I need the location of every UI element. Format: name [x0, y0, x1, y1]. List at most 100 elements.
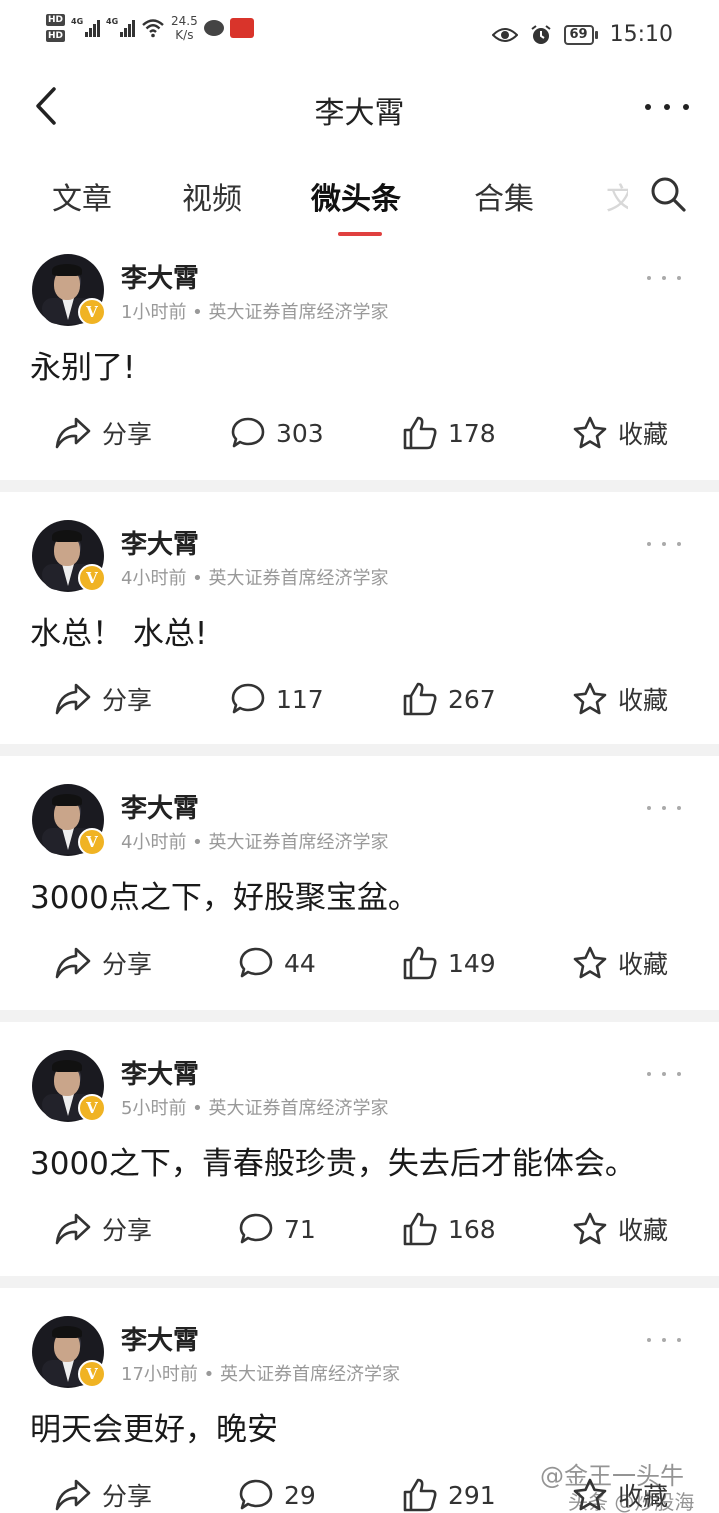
search-button[interactable] [648, 174, 690, 216]
more-horizontal-icon [647, 276, 651, 280]
like-button[interactable]: 291 [402, 1470, 496, 1513]
author-name[interactable]: 李大霄 [121, 1320, 199, 1357]
author-name[interactable]: 李大霄 [121, 258, 199, 295]
thumbs-up-icon [403, 416, 437, 450]
post-separator [0, 1276, 719, 1288]
share-arrow-icon [55, 947, 91, 979]
comment-button[interactable]: 29 [238, 1470, 316, 1513]
share-label: 分享 [102, 950, 153, 979]
post-card[interactable]: V 李大霄 1小时前 • 英大证券首席经济学家 永别了! 分享 303 178 … [0, 240, 719, 480]
verified-badge-icon: V [78, 1360, 106, 1388]
comment-bubble-icon [231, 417, 265, 448]
comment-count: 44 [284, 948, 316, 978]
favorite-button[interactable]: 收藏 [572, 1204, 668, 1254]
post-separator [0, 1010, 719, 1022]
share-button[interactable]: 分享 [54, 674, 152, 724]
search-icon [651, 177, 686, 212]
post-content[interactable]: 永别了! [30, 342, 135, 387]
tab-collections[interactable]: 合集 [474, 174, 534, 218]
favorite-label: 收藏 [618, 420, 669, 449]
hd-indicator-1: HD [46, 14, 66, 26]
like-count: 291 [448, 1480, 496, 1510]
like-count: 267 [448, 684, 496, 714]
share-label: 分享 [102, 420, 153, 449]
favorite-button[interactable]: 收藏 [572, 674, 668, 724]
active-tab-indicator [338, 232, 382, 236]
comment-button[interactable]: 71 [238, 1204, 316, 1254]
star-icon [573, 682, 607, 715]
author-name[interactable]: 李大霄 [121, 788, 199, 825]
favorite-button[interactable]: 收藏 [572, 408, 668, 458]
share-button[interactable]: 分享 [54, 938, 152, 988]
share-arrow-icon [55, 1213, 91, 1245]
comment-bubble-icon [239, 947, 273, 978]
post-more-button[interactable] [647, 1064, 681, 1084]
more-horizontal-icon [647, 806, 651, 810]
verified-badge-icon: V [78, 564, 106, 592]
tab-videos[interactable]: 视频 [182, 174, 242, 218]
post-card[interactable]: V 李大霄 4小时前 • 英大证券首席经济学家 3000点之下，好股聚宝盆。 分… [0, 756, 719, 1010]
star-icon [573, 1212, 607, 1245]
share-button[interactable]: 分享 [54, 1204, 152, 1254]
like-count: 168 [448, 1214, 496, 1244]
author-avatar[interactable]: V [32, 520, 106, 592]
author-avatar[interactable]: V [32, 1316, 106, 1388]
share-button[interactable]: 分享 [54, 1470, 152, 1513]
micro-headline-feed: V 李大霄 1小时前 • 英大证券首席经济学家 永别了! 分享 303 178 … [0, 240, 719, 1513]
thumbs-up-icon [403, 682, 437, 716]
page-title: 李大霄 [314, 96, 405, 131]
post-more-button[interactable] [647, 1330, 681, 1350]
verified-badge-icon: V [78, 298, 106, 326]
alarm-icon [530, 24, 551, 44]
thumbs-up-icon [403, 1478, 437, 1512]
comment-bubble-icon [231, 683, 265, 714]
favorite-label: 收藏 [618, 950, 669, 979]
author-avatar[interactable]: V [32, 1050, 106, 1122]
star-icon [573, 416, 607, 449]
post-card[interactable]: V 李大霄 5小时前 • 英大证券首席经济学家 3000之下，青春般珍贵，失去后… [0, 1022, 719, 1276]
comment-button[interactable]: 303 [230, 408, 324, 458]
comment-button[interactable]: 117 [230, 674, 324, 724]
post-more-button[interactable] [647, 268, 681, 288]
battery-indicator: 69 [563, 24, 598, 45]
author-avatar[interactable]: V [32, 254, 106, 326]
share-button[interactable]: 分享 [54, 408, 152, 458]
comment-button[interactable]: 44 [238, 938, 316, 988]
thumbs-up-icon [403, 1212, 437, 1246]
comment-count: 29 [284, 1480, 316, 1510]
post-more-button[interactable] [647, 798, 681, 818]
favorite-button[interactable]: 收藏 [572, 938, 668, 988]
hd-indicator-2: HD [46, 30, 66, 42]
clock: 15:10 [609, 22, 673, 47]
post-meta: 5小时前 • 英大证券首席经济学家 [121, 1098, 389, 1119]
post-more-button[interactable] [647, 534, 681, 554]
post-content[interactable]: 明天会更好，晚安 [30, 1404, 278, 1449]
network-speed: 24.5 K/s [171, 14, 198, 42]
like-count: 149 [448, 948, 496, 978]
like-button[interactable]: 267 [402, 674, 496, 724]
watermark: @金王一头牛 头条 @炒股海 [540, 1462, 695, 1513]
comment-bubble-icon [239, 1213, 273, 1244]
status-left: HD HD 4G 4G 24.5 K/s [46, 14, 254, 42]
tab-articles[interactable]: 文章 [52, 174, 112, 218]
like-button[interactable]: 149 [402, 938, 496, 988]
like-button[interactable]: 168 [402, 1204, 496, 1254]
post-content[interactable]: 3000点之下，好股聚宝盆。 [30, 872, 419, 917]
like-button[interactable]: 178 [402, 408, 496, 458]
more-horizontal-icon [645, 104, 651, 110]
author-name[interactable]: 李大霄 [121, 524, 199, 561]
verified-badge-icon: V [78, 1094, 106, 1122]
more-options-button[interactable] [645, 92, 689, 122]
post-meta: 4小时前 • 英大证券首席经济学家 [121, 568, 389, 589]
author-name[interactable]: 李大霄 [121, 1054, 199, 1091]
author-avatar[interactable]: V [32, 784, 106, 856]
post-separator [0, 480, 719, 492]
tab-micro-headlines[interactable]: 微头条 [311, 174, 401, 218]
comment-count: 117 [276, 684, 324, 714]
like-count: 178 [448, 418, 496, 448]
favorite-label: 收藏 [618, 1216, 669, 1245]
signal-icon-2: 4G [106, 17, 136, 37]
post-content[interactable]: 3000之下，青春般珍贵，失去后才能体会。 [30, 1138, 636, 1183]
post-card[interactable]: V 李大霄 4小时前 • 英大证券首席经济学家 水总！ 水总! 分享 117 2… [0, 492, 719, 744]
post-content[interactable]: 水总！ 水总! [30, 608, 207, 653]
